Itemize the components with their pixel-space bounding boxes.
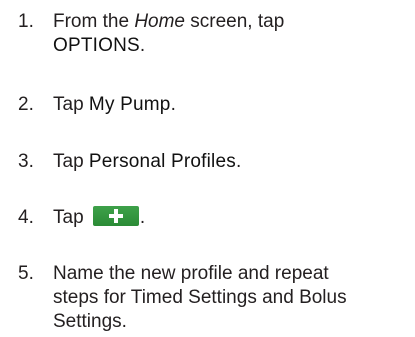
options-button-label: OPTIONS [53, 35, 140, 56]
step-text-post: . [139, 207, 146, 228]
step-number: 1. [18, 11, 34, 32]
step-text: From the Home screen, tap OPTIONS. [53, 10, 398, 58]
step-text: Tap My Pump. [53, 93, 398, 117]
step-text-post: . [235, 151, 242, 172]
step-text: Name the new profile and repeat steps fo… [53, 262, 398, 334]
step-text-pre: Tap [53, 151, 89, 172]
step-number: 4. [18, 207, 34, 228]
step-number: 2. [18, 94, 34, 115]
step-text-line: Settings. [53, 311, 127, 332]
step-text-pre: From the [53, 11, 135, 32]
step-text-mid: screen, tap [185, 11, 285, 32]
step-text: Tap Personal Profiles. [53, 150, 398, 174]
step-text-line: steps for Timed Settings and Bolus [53, 287, 347, 308]
step-text-pre: Tap [53, 207, 89, 228]
my-pump-button-label: My Pump [88, 94, 171, 115]
step-text: Tap . [53, 206, 398, 230]
step-number: 5. [18, 263, 34, 284]
home-screen-label: Home [134, 11, 185, 32]
step-text-line: Name the new profile and repeat [53, 263, 329, 284]
step-number: 3. [18, 151, 34, 172]
step-text-post: . [170, 94, 176, 115]
step-text-post: . [139, 35, 146, 56]
step-text-pre: Tap [53, 94, 89, 115]
plus-icon [92, 206, 139, 226]
personal-profiles-button-label: Personal Profiles [88, 151, 236, 172]
